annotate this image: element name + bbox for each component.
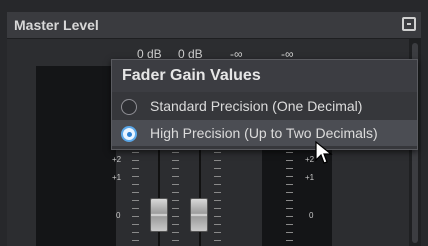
- fader-handle-left[interactable]: [150, 198, 168, 232]
- menu-title: Fader Gain Values: [122, 67, 261, 84]
- mouse-pointer-icon: [315, 140, 333, 164]
- fader-gain-values-menu: Fader Gain Values Standard Precision (On…: [111, 59, 418, 150]
- scale-tick: [214, 152, 221, 153]
- scale-tick: [172, 192, 179, 193]
- panel-title: Master Level: [14, 17, 99, 33]
- scale-label-plus2-right: +2: [305, 155, 315, 164]
- option-standard-precision[interactable]: Standard Precision (One Decimal): [112, 93, 417, 119]
- scale-tick: [286, 232, 293, 233]
- scale-tick: [172, 160, 179, 161]
- scale-tick: [132, 224, 139, 225]
- scale-label-zero-right: 0: [309, 211, 314, 220]
- scale-label-plus1-right: +1: [305, 173, 315, 182]
- scale-tick: [286, 200, 293, 201]
- scale-tick: [172, 224, 179, 225]
- scale-tick: [172, 176, 179, 177]
- scale-tick: [214, 184, 221, 185]
- scale-tick: [132, 232, 139, 233]
- option-label-high: High Precision (Up to Two Decimals): [150, 125, 378, 141]
- scale-tick: [132, 184, 139, 185]
- scale-label-plus1-left: +1: [112, 173, 122, 182]
- scale-tick: [172, 200, 179, 201]
- scale-tick: [214, 160, 221, 161]
- left-meter-bg: [36, 66, 116, 246]
- scale-tick: [214, 168, 221, 169]
- panel-header: Master Level: [7, 12, 421, 39]
- scale-tick: [132, 200, 139, 201]
- radio-standard-precision[interactable]: [121, 99, 137, 115]
- menu-square-icon[interactable]: [402, 17, 416, 31]
- scale-tick: [132, 168, 139, 169]
- scale-tick: [132, 160, 139, 161]
- scale-tick: [132, 192, 139, 193]
- scale-tick: [214, 232, 221, 233]
- scale-tick: [286, 240, 293, 241]
- option-label-standard: Standard Precision (One Decimal): [150, 98, 363, 114]
- scale-tick: [286, 152, 293, 153]
- scale-tick: [286, 184, 293, 185]
- option-high-precision[interactable]: High Precision (Up to Two Decimals): [112, 120, 417, 146]
- scale-tick: [132, 208, 139, 209]
- scale-tick: [172, 168, 179, 169]
- scale-tick: [172, 152, 179, 153]
- scale-tick: [172, 232, 179, 233]
- scale-tick: [214, 224, 221, 225]
- menu-header: Fader Gain Values: [112, 60, 417, 92]
- scale-tick: [286, 176, 293, 177]
- scale-tick: [214, 240, 221, 241]
- scale-tick: [214, 176, 221, 177]
- scale-tick: [132, 152, 139, 153]
- scale-tick: [172, 216, 179, 217]
- scale-tick: [172, 208, 179, 209]
- fader-handle-right[interactable]: [190, 198, 208, 232]
- master-level-window: Master Level 0 dB 0 dB -∞ -∞ +2 +1 0 +2 …: [0, 0, 428, 246]
- scale-tick: [172, 184, 179, 185]
- scale-tick: [286, 192, 293, 193]
- scale-tick: [132, 216, 139, 217]
- scale-tick: [214, 192, 221, 193]
- scale-label-zero-left: 0: [116, 211, 121, 220]
- scale-tick: [286, 224, 293, 225]
- scale-tick: [286, 168, 293, 169]
- scale-tick: [286, 208, 293, 209]
- scale-tick: [132, 240, 139, 241]
- scale-tick: [172, 240, 179, 241]
- scale-tick: [214, 200, 221, 201]
- scale-tick: [214, 216, 221, 217]
- scale-label-plus2-left: +2: [112, 155, 122, 164]
- scale-tick: [286, 216, 293, 217]
- scale-tick: [286, 160, 293, 161]
- scale-tick: [132, 176, 139, 177]
- radio-high-precision[interactable]: [121, 126, 137, 142]
- scale-tick: [214, 208, 221, 209]
